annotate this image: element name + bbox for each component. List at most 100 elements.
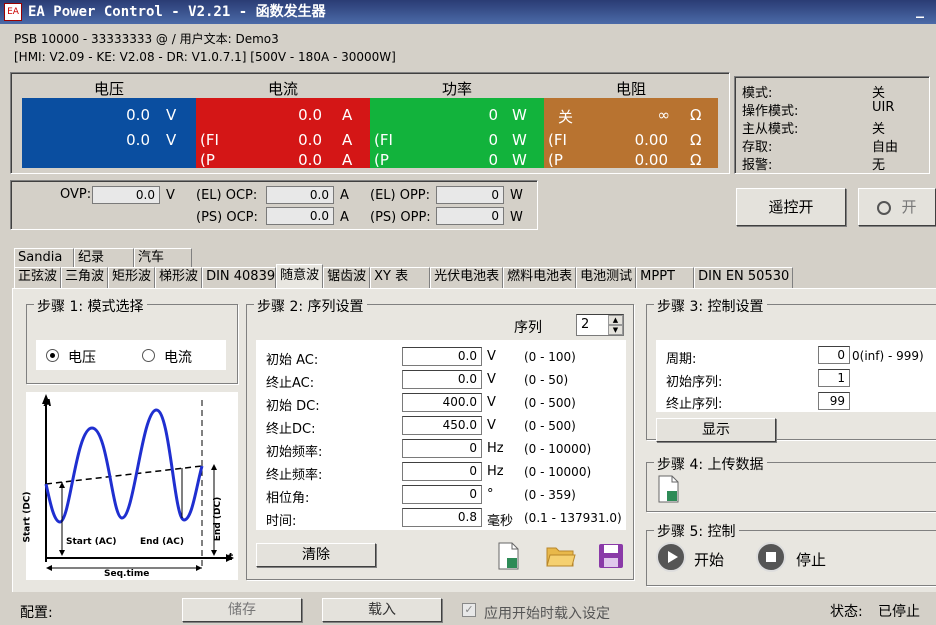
seq-row-value[interactable]: 0.0 [402,347,482,366]
seq-row-label: 相位角: [266,491,310,506]
output-on-label: 开 [901,198,917,216]
power-fi-unit: W [512,131,527,149]
output-on-button[interactable]: 开 [858,188,936,226]
resistance-state: 关 [558,108,574,126]
seq-row-label: 初始 AC: [266,353,319,368]
power-fi: 0 [488,131,498,149]
start-seq-field[interactable]: 1 [818,369,850,387]
power-p: 0 [488,151,498,169]
resistance-fi-label: (FI [548,131,567,149]
tab-log[interactable]: 纪录 [74,248,134,268]
tab-sine[interactable]: 正弦波 [14,267,62,288]
tab-pv-table[interactable]: 光伏电池表 [430,267,504,288]
master-slave-value: 关 [872,122,886,137]
ovp-field: 0.0 [92,186,160,204]
step4-title: 步骤 4: 上传数据 [654,454,767,474]
el-opp-unit: W [510,188,523,203]
seq-row-value[interactable]: 0 [402,439,482,458]
spin-down-icon[interactable]: ▼ [608,325,623,335]
seq-row-range: (0 - 359) [524,488,576,502]
voltage-radio-label: 电压 [68,350,96,366]
tab-mppt[interactable]: MPPT [636,267,695,288]
seq-row-unit: Hz [487,464,504,479]
apply-checkbox[interactable]: ✓ [462,603,476,617]
ps-ocp-field: 0.0 [266,207,334,225]
tab-triangle[interactable]: 三角波 [61,267,109,288]
seq-row-value[interactable]: 400.0 [402,393,482,412]
seq-row-unit: 毫秒 [487,514,514,529]
voltage-unit: V [166,106,177,124]
seq-row-unit: ° [487,487,494,502]
tab-arbitrary[interactable]: 随意波 [276,264,324,288]
tab-ramp[interactable]: 锯齿波 [323,267,371,288]
stop-label[interactable]: 停止 [796,549,826,570]
seq-row-range: (0 - 500) [524,419,576,433]
remote-button[interactable]: 遥控开 [736,188,846,226]
current-radio[interactable] [142,349,155,362]
power-fi-label: (FI [374,131,393,149]
open-folder-icon[interactable] [546,544,576,568]
current-p: 0.0 [298,151,322,169]
tab-fc-table[interactable]: 燃料电池表 [503,267,577,288]
tab-square[interactable]: 矩形波 [108,267,156,288]
mode-radio-box [36,340,226,370]
tab-row-top: Sandia 纪录 汽车 [14,248,192,268]
resistance-p: 0.00 [634,151,668,169]
step5-title: 步骤 5: 控制 [654,521,739,541]
clear-button[interactable]: 清除 [256,543,376,567]
current-radio-label: 电流 [164,350,192,366]
period-field[interactable]: 0 [818,346,850,364]
tab-trapezoid[interactable]: 梯形波 [155,267,203,288]
power-header: 功率 [441,80,472,98]
tab-sandia[interactable]: Sandia [14,248,74,268]
seq-row-value[interactable]: 0 [402,485,482,504]
el-ocp-unit: A [340,188,349,203]
ps-ocp-label: (PS) OCP: [196,210,258,225]
show-button[interactable]: 显示 [656,418,776,442]
seq-row-label: 时间: [266,514,297,529]
device-info: PSB 10000 - 33333333 @ / 用户文本: Demo3 [14,32,279,46]
load-config-button[interactable]: 载入 [322,598,442,622]
resistance-p-unit: Ω [690,151,702,169]
minimize-button[interactable]: _ [910,1,930,20]
state-value: 已停止 [878,604,920,620]
current-value: 0.0 [298,106,322,124]
voltage-radio[interactable] [46,349,59,362]
ps-ocp-unit: A [340,210,349,225]
seq-row-value[interactable]: 450.0 [402,416,482,435]
tab-din40839[interactable]: DIN 40839 [202,267,277,288]
seq-row-range: (0 - 500) [524,396,576,410]
current-header: 电流 [267,80,298,98]
window-title: EA Power Control - V2.21 - 函数发生器 [28,4,326,20]
tab-battery-test[interactable]: 电池测试 [576,267,637,288]
diagram-start-ac: Start (AC) [66,537,117,547]
op-mode-value: UIR [872,100,895,115]
seq-row-value[interactable]: 0 [402,462,482,481]
waveform-diagram [26,392,238,580]
stop-icon[interactable] [756,542,786,572]
seq-row-label: 终止AC: [266,376,315,391]
spin-up-icon[interactable]: ▲ [608,315,623,325]
tab-xy-table[interactable]: XY 表 [370,267,431,288]
diagram-start-dc: Start (DC) [22,491,33,543]
tab-automotive[interactable]: 汽车 [134,248,192,268]
save-config-button[interactable]: 储存 [182,598,302,622]
tab-din-en-50530[interactable]: DIN EN 50530 [694,267,794,288]
seq-row-value[interactable]: 0.0 [402,370,482,389]
save-disk-icon[interactable] [598,543,624,569]
export-file-icon[interactable] [496,542,522,570]
resistance-unit: Ω [690,106,702,124]
master-slave-label: 主从模式: [742,122,799,137]
end-seq-field[interactable]: 99 [818,392,850,410]
seq-row-value[interactable]: 0.8 [402,508,482,527]
alarm-value: 无 [872,158,886,173]
play-icon[interactable] [656,542,686,572]
el-opp-field: 0 [436,186,504,204]
state-label: 状态: [830,604,863,620]
diagram-y-label: A [44,398,52,409]
power-unit: W [512,106,527,124]
start-label[interactable]: 开始 [694,549,724,570]
seq-row-range: (0 - 10000) [524,442,592,456]
mode-value: 关 [872,86,886,101]
upload-file-icon[interactable] [656,475,682,503]
